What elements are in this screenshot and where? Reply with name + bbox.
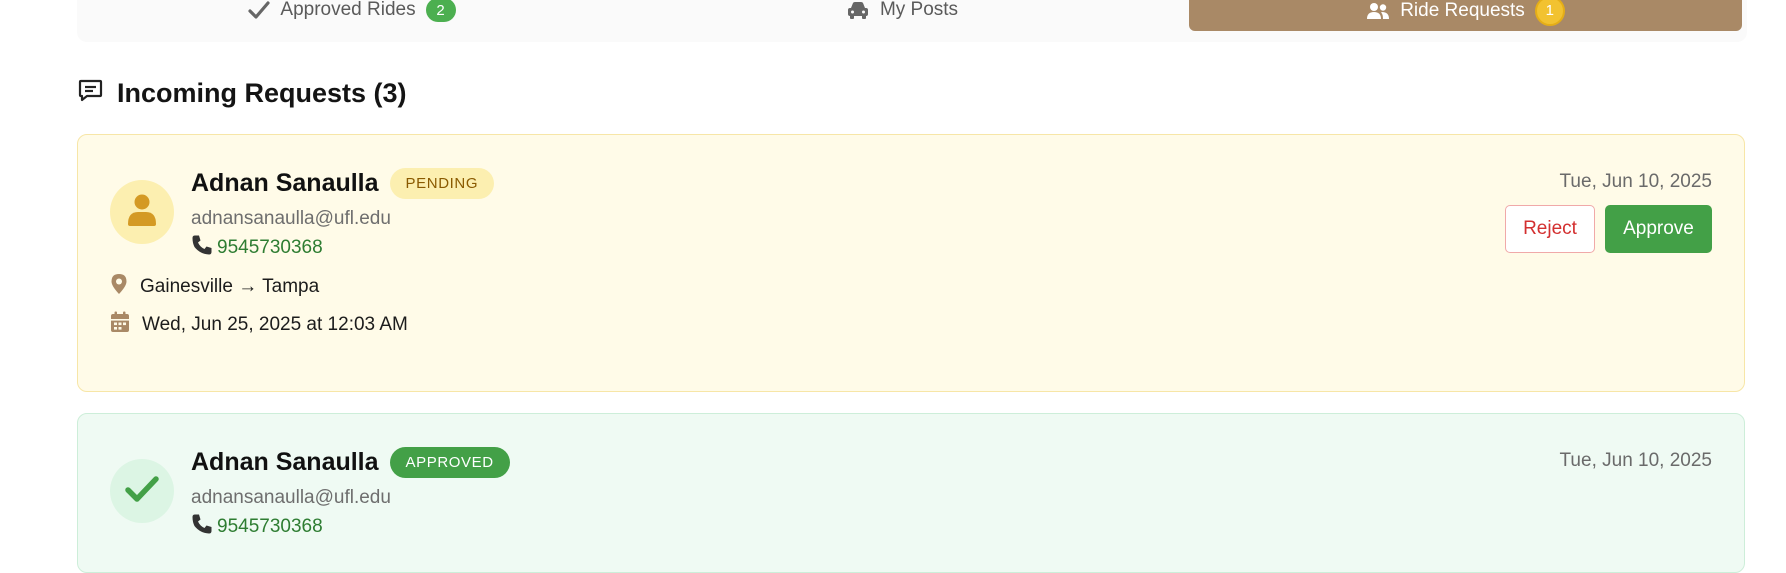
phone-number[interactable]: 9545730368 [217, 237, 323, 259]
requester-phone[interactable]: 9545730368 [191, 513, 323, 541]
tab-label: Approved Rides [280, 0, 416, 20]
status-badge: APPROVED [389, 447, 510, 478]
count-badge: 1 [1534, 0, 1565, 26]
calendar-icon [110, 311, 130, 339]
tab-ride-requests[interactable]: Ride Requests 1 [1189, 0, 1742, 31]
request-date: Tue, Jun 10, 2025 [1559, 171, 1712, 192]
request-actions: Reject Approve [1505, 205, 1712, 253]
status-badge: PENDING [389, 168, 495, 199]
phone-icon [191, 513, 213, 541]
requester-phone[interactable]: 9545730368 [191, 234, 323, 262]
avatar [110, 180, 174, 244]
message-icon [78, 79, 103, 108]
tab-bar: Approved Rides 2 My Posts Ride Requests … [77, 0, 1747, 42]
request-card-pending: Adnan Sanaulla PENDING adnansanaulla@ufl… [77, 134, 1745, 392]
request-date: Tue, Jun 10, 2025 [1559, 450, 1712, 471]
count-badge: 2 [425, 0, 456, 22]
requester-header: Adnan Sanaulla APPROVED [191, 447, 510, 478]
check-icon [248, 0, 270, 20]
avatar [110, 459, 174, 523]
route-text: Gainesville → Tampa [140, 276, 320, 297]
phone-icon [191, 234, 213, 262]
request-card-approved: Adnan Sanaulla APPROVED adnansanaulla@uf… [77, 413, 1745, 573]
map-pin-icon [110, 273, 128, 301]
users-icon [1366, 2, 1390, 20]
ride-route: Gainesville → Tampa [110, 273, 319, 301]
tab-label: My Posts [879, 0, 959, 20]
check-icon [125, 475, 159, 508]
requester-email: adnansanaulla@ufl.edu [191, 208, 391, 229]
user-icon [128, 194, 156, 231]
requester-name: Adnan Sanaulla [191, 448, 379, 476]
section-title: Incoming Requests (3) [117, 77, 407, 108]
requester-email: adnansanaulla@ufl.edu [191, 487, 391, 508]
ride-datetime: Wed, Jun 25, 2025 at 12:03 AM [110, 311, 408, 339]
requester-name: Adnan Sanaulla [191, 169, 379, 197]
phone-number[interactable]: 9545730368 [217, 516, 323, 538]
section-header: Incoming Requests (3) [78, 73, 407, 113]
car-icon [846, 0, 870, 20]
tab-label: Ride Requests [1400, 0, 1525, 21]
tab-my-posts[interactable]: My Posts [627, 0, 1177, 30]
requester-header: Adnan Sanaulla PENDING [191, 168, 495, 199]
tab-approved-rides[interactable]: Approved Rides 2 [77, 0, 627, 30]
reject-button[interactable]: Reject [1505, 205, 1595, 253]
datetime-text: Wed, Jun 25, 2025 at 12:03 AM [142, 314, 408, 335]
approve-button[interactable]: Approve [1605, 205, 1712, 253]
